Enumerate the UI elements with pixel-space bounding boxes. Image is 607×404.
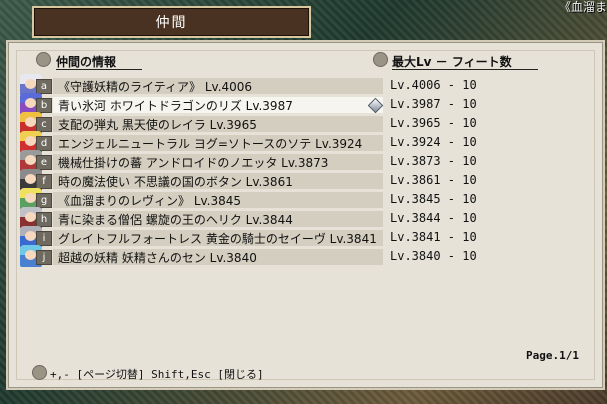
member-name: 超越の妖精 妖精さんのセン Lv.3840: [58, 251, 257, 265]
member-key: f: [36, 174, 52, 189]
member-key: i: [36, 231, 52, 246]
party-row-d[interactable]: d エンジェルニュートラル ヨグ=ソトースのソテ Lv.3924 Lv.3924 -…: [8, 131, 603, 153]
member-stats: Lv.3987 - 10: [390, 97, 477, 111]
help-icon: [32, 365, 47, 380]
member-key: a: [36, 79, 52, 94]
member-key: d: [36, 136, 52, 151]
member-key: g: [36, 193, 52, 208]
member-name: 《守護妖精のライティア》 Lv.4006: [58, 80, 253, 94]
member-stats: Lv.3965 - 10: [390, 116, 477, 130]
party-row-f[interactable]: f 時の魔法使い 不思議の国のボタン Lv.3861 Lv.3861 - 10: [8, 169, 603, 191]
member-key: j: [36, 250, 52, 265]
member-name: 支配の弾丸 黒天使のレイラ Lv.3965: [58, 118, 257, 132]
member-name: 青い氷河 ホワイトドラゴンのリズ Lv.3987: [58, 99, 293, 113]
party-row-b[interactable]: b 青い氷河 ホワイトドラゴンのリズ Lv.3987 Lv.3987 - 10: [8, 93, 603, 115]
header-info-underline: [56, 69, 142, 70]
member-stats: Lv.3861 - 10: [390, 173, 477, 187]
party-row-e[interactable]: e 機械仕掛けの蕃 アンドロイドのノエッタ Lv.3873 Lv.3873 - 10: [8, 150, 603, 172]
member-stats: Lv.3845 - 10: [390, 192, 477, 206]
member-name: 機械仕掛けの蕃 アンドロイドのノエッタ Lv.3873: [58, 156, 329, 170]
member-stats: Lv.3841 - 10: [390, 230, 477, 244]
member-name: 青に染まる僧侶 螺旋の王のヘリク Lv.3844: [58, 213, 293, 227]
party-row-j[interactable]: j 超越の妖精 妖精さんのセン Lv.3840 Lv.3840 - 10: [8, 245, 603, 267]
member-stats: Lv.3873 - 10: [390, 154, 477, 168]
info-icon: [373, 52, 388, 67]
party-panel: 仲間の情報 最大Lv － フィート数 a 《守護妖精のライティア》 Lv.4006…: [6, 40, 605, 390]
header-info: 仲間の情報: [56, 55, 117, 69]
window-title-bar: 仲間: [32, 6, 311, 38]
member-stats: Lv.4006 - 10: [390, 78, 477, 92]
member-key: e: [36, 155, 52, 170]
page-indicator: Page.1/1: [526, 349, 579, 362]
member-name: グレイトフルフォートレス 黄金の騎士のセイーヴ Lv.3841: [58, 232, 377, 246]
party-row-c[interactable]: c 支配の弾丸 黒天使のレイラ Lv.3965 Lv.3965 - 10: [8, 112, 603, 134]
member-name: 時の魔法使い 不思議の国のボタン Lv.3861: [58, 175, 293, 189]
header-stats-underline: [392, 69, 538, 70]
portrait-icon: [36, 52, 51, 67]
member-key: h: [36, 212, 52, 227]
member-key: b: [36, 98, 52, 113]
header-stats: 最大Lv － フィート数: [392, 55, 512, 69]
member-name: 《血溜まりのレヴィン》 Lv.3845: [58, 194, 242, 208]
window-title: 仲間: [155, 15, 188, 31]
member-stats: Lv.3840 - 10: [390, 249, 477, 263]
member-stats: Lv.3844 - 10: [390, 211, 477, 225]
member-name: エンジェルニュートラル ヨグ=ソトースのソテ Lv.3924: [58, 137, 363, 151]
member-stats: Lv.3924 - 10: [390, 135, 477, 149]
party-row-h[interactable]: h 青に染まる僧侶 螺旋の王のヘリク Lv.3844 Lv.3844 - 10: [8, 207, 603, 229]
member-key: c: [36, 117, 52, 132]
help-text: +,- [ページ切替] Shift,Esc [閉じる]: [50, 368, 264, 381]
party-row-a[interactable]: a 《守護妖精のライティア》 Lv.4006 Lv.4006 - 10: [8, 74, 603, 96]
background-caption: 《血溜ま: [558, 0, 607, 14]
party-row-i[interactable]: i グレイトフルフォートレス 黄金の騎士のセイーヴ Lv.3841 Lv.3841 …: [8, 226, 603, 248]
party-row-g[interactable]: g 《血溜まりのレヴィン》 Lv.3845 Lv.3845 - 10: [8, 188, 603, 210]
